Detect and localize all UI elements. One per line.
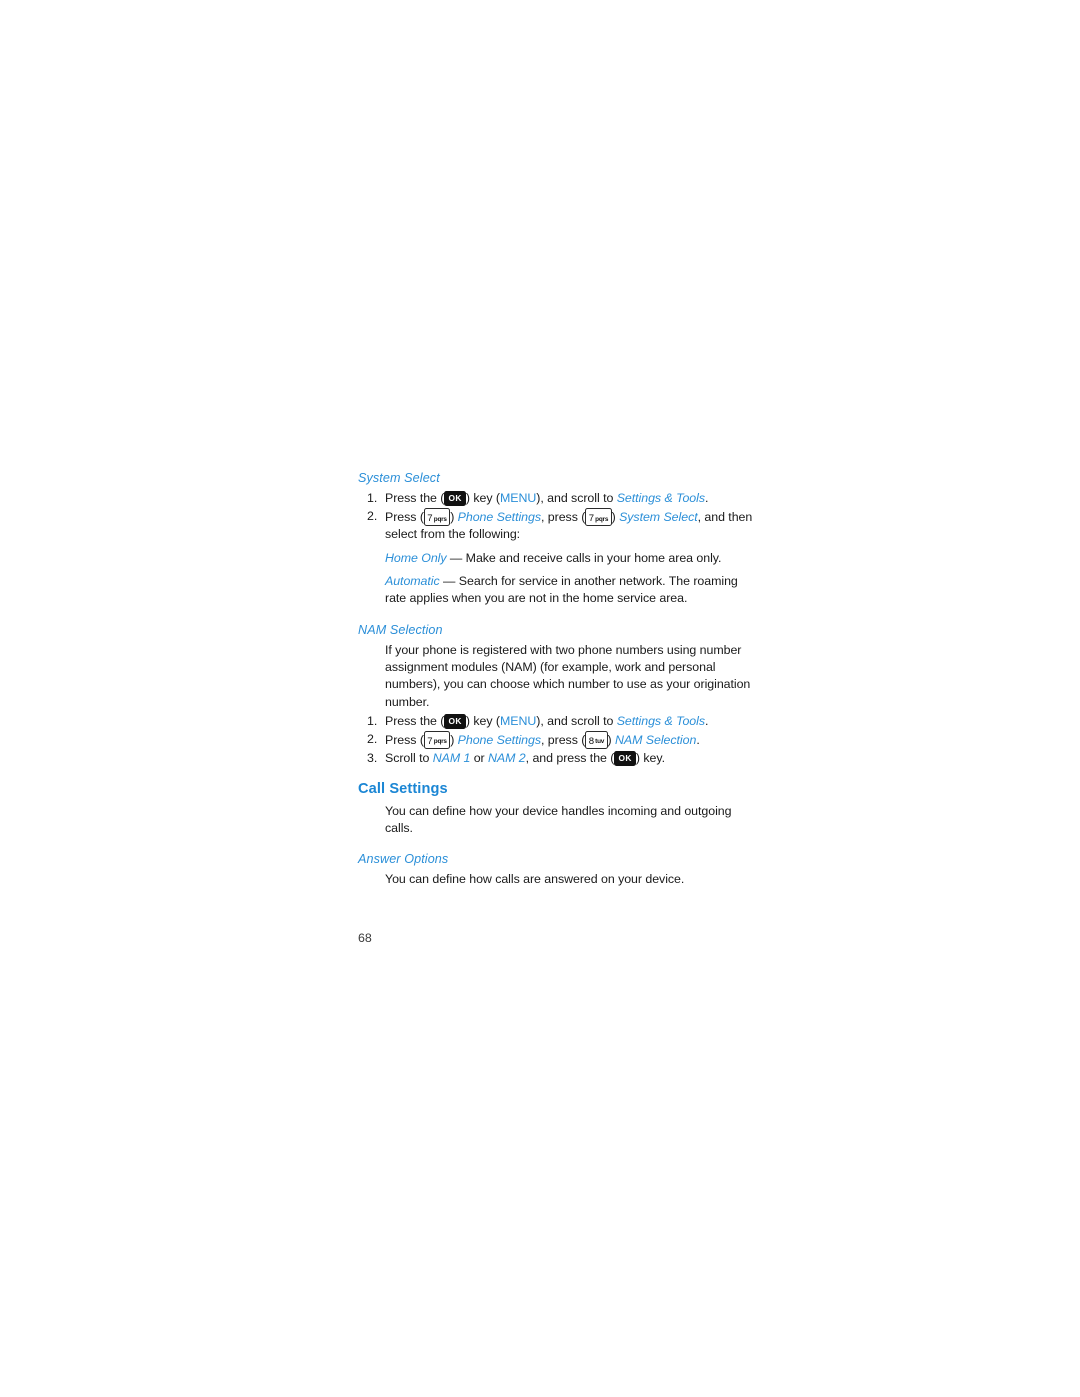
number-key-icon: 7pqrs xyxy=(423,731,451,750)
step-number: 3. xyxy=(367,751,378,766)
definition-dash: — xyxy=(439,574,459,589)
menu-path-reference: Phone Settings xyxy=(457,732,541,747)
list-item: 2. Press (7pqrs) Phone Settings, press (… xyxy=(358,731,758,750)
number-key-icon: 8tuv xyxy=(585,731,608,750)
key-digit: 7 xyxy=(427,512,433,524)
section-answer-options: Answer Options You can define how calls … xyxy=(358,851,758,888)
paragraph-call-settings: You can define how your device handles i… xyxy=(385,803,732,835)
page-number: 68 xyxy=(358,931,372,945)
section-nam-selection: NAM Selection If your phone is registere… xyxy=(358,622,758,768)
key-letters: pqrs xyxy=(433,515,447,523)
subheading-nam-selection: NAM Selection xyxy=(358,622,443,637)
menu-path-reference: NAM 1 xyxy=(432,751,471,766)
definition-automatic: Automatic — Search for service in anothe… xyxy=(358,573,758,608)
subheading-system-select: System Select xyxy=(358,471,440,485)
list-item: 3. Scroll to NAM 1 or NAM 2, and press t… xyxy=(358,750,758,767)
definition-term: Automatic xyxy=(385,574,440,589)
definition-dash: — xyxy=(446,550,466,565)
menu-path-reference: System Select xyxy=(619,509,698,524)
paragraph-answer-options: You can define how calls are answered on… xyxy=(385,872,685,887)
section-call-settings: Call Settings You can define how your de… xyxy=(358,780,758,838)
menu-path-reference: Phone Settings xyxy=(457,509,541,524)
menu-path-reference: NAM Selection xyxy=(615,732,697,747)
key-letters: pqrs xyxy=(433,738,447,746)
heading-call-settings: Call Settings xyxy=(358,780,448,797)
step-number: 2. xyxy=(367,509,378,524)
step-text: Press (7pqrs) Phone Settings, press (7pq… xyxy=(385,508,753,542)
list-item: 1. Press the (OK) key (MENU), and scroll… xyxy=(358,713,758,730)
key-label-reference: MENU xyxy=(499,491,537,505)
step-text: Press the (OK) key (MENU), and scroll to… xyxy=(385,713,709,729)
definition-home-only: Home Only — Make and receive calls in yo… xyxy=(358,550,758,567)
key-label-reference: MENU xyxy=(499,713,537,728)
document-page: System Select 1. Press the (OK) key (MEN… xyxy=(0,0,1080,1397)
menu-path-reference: Settings & Tools xyxy=(616,491,705,505)
definition-term: Home Only xyxy=(385,550,447,565)
ok-key-icon: OK xyxy=(444,713,466,729)
step-text: Scroll to NAM 1 or NAM 2, and press the … xyxy=(385,751,665,767)
ok-key-icon: OK xyxy=(614,751,636,767)
key-digit: 8 xyxy=(588,735,595,747)
list-item: 2. Press (7pqrs) Phone Settings, press (… xyxy=(358,508,758,543)
step-number: 1. xyxy=(367,491,378,505)
list-item: 1. Press the (OK) key (MENU), and scroll… xyxy=(358,490,758,507)
step-number: 2. xyxy=(367,732,378,747)
steps-nam-selection: 1. Press the (OK) key (MENU), and scroll… xyxy=(358,713,758,768)
section-system-select: System Select 1. Press the (OK) key (MEN… xyxy=(358,470,758,608)
page-content: System Select 1. Press the (OK) key (MEN… xyxy=(358,470,758,891)
key-letters: tuv xyxy=(595,738,605,746)
key-digit: 7 xyxy=(588,512,595,524)
ok-key-icon: OK xyxy=(444,490,466,506)
step-text: Press the (OK) key (MENU), and scroll to… xyxy=(385,490,709,506)
step-text: Press (7pqrs) Phone Settings, press (8tu… xyxy=(385,731,700,750)
definition-description: Make and receive calls in your home area… xyxy=(465,550,722,565)
menu-path-reference: NAM 2 xyxy=(488,751,526,766)
key-letters: pqrs xyxy=(595,515,609,523)
subheading-answer-options: Answer Options xyxy=(358,852,449,867)
steps-system-select: 1. Press the (OK) key (MENU), and scroll… xyxy=(358,490,758,544)
number-key-icon: 7pqrs xyxy=(423,508,451,527)
menu-path-reference: Settings & Tools xyxy=(616,713,705,728)
step-number: 1. xyxy=(367,713,378,728)
number-key-icon: 7pqrs xyxy=(585,508,612,527)
key-digit: 7 xyxy=(427,735,433,747)
paragraph-nam-selection: If your phone is registered with two pho… xyxy=(385,642,751,709)
